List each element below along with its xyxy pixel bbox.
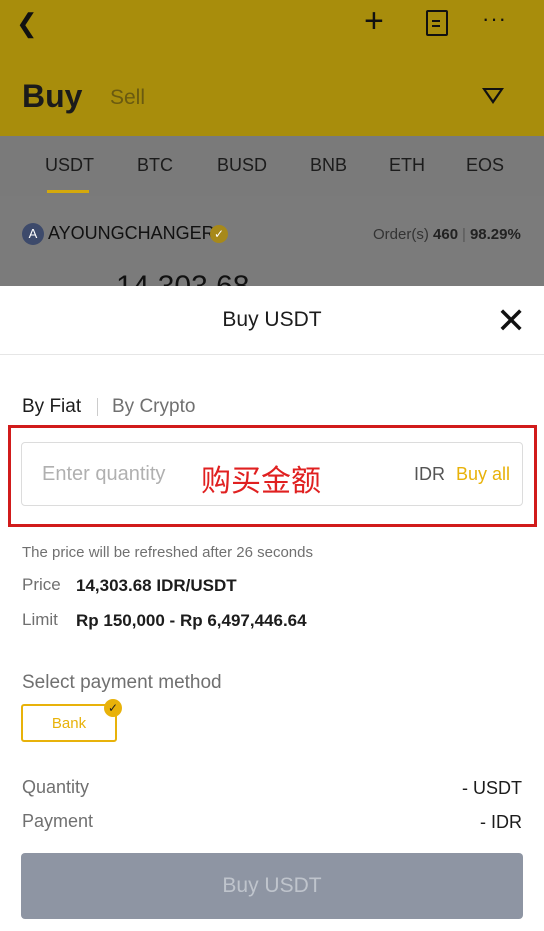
header-bar: ❮ + ··· Buy Sell	[0, 0, 544, 136]
selected-check-icon: ✓	[104, 699, 122, 717]
quantity-value: - USDT	[462, 778, 522, 798]
buy-tab[interactable]: Buy	[22, 78, 82, 115]
mode-crypto-tab[interactable]: By Crypto	[112, 396, 195, 418]
currency-label: IDR	[414, 464, 445, 484]
tab-busd[interactable]: BUSD	[217, 155, 267, 176]
price-refresh-notice: The price will be refreshed after 26 sec…	[22, 544, 313, 561]
tab-usdt[interactable]: USDT	[45, 155, 94, 176]
limit-value: Rp 150,000 - Rp 6,497,446.64	[76, 611, 307, 630]
mode-separator	[97, 398, 98, 416]
sheet-divider	[0, 354, 544, 355]
price-label: Price	[22, 575, 61, 594]
document-icon[interactable]	[426, 10, 448, 36]
back-arrow-icon[interactable]: ❮	[16, 8, 38, 39]
tab-btc[interactable]: BTC	[137, 155, 173, 176]
payment-value: - IDR	[480, 812, 522, 832]
filter-icon[interactable]	[482, 88, 504, 104]
active-tab-indicator	[47, 190, 89, 193]
annotation-text: 购买金额	[201, 465, 321, 498]
sell-tab[interactable]: Sell	[110, 86, 145, 110]
payment-label: Payment	[22, 811, 94, 831]
quantity-label: Quantity	[22, 777, 90, 797]
advertiser-avatar: A	[22, 223, 44, 245]
orders-label: Order(s)	[373, 226, 429, 243]
verified-icon: ✓	[210, 225, 228, 243]
payment-option-bank[interactable]: Bank	[21, 704, 117, 742]
payment-method-heading: Select payment method	[22, 672, 222, 693]
buy-sheet: Buy USDT ✕ By Fiat By Crypto Enter quant…	[0, 286, 544, 931]
completion-rate: 98.29%	[469, 226, 521, 243]
advertiser-name[interactable]: AYOUNGCHANGER	[48, 223, 215, 244]
plus-icon[interactable]: +	[364, 2, 384, 41]
close-icon[interactable]: ✕	[496, 300, 526, 342]
bank-label: Bank	[51, 715, 87, 732]
mode-fiat-tab[interactable]: By Fiat	[22, 396, 81, 418]
price-value: 14,303.68 IDR/USDT	[76, 576, 237, 595]
tab-eth[interactable]: ETH	[389, 155, 425, 176]
tab-bnb[interactable]: BNB	[310, 155, 347, 176]
quantity-placeholder: Enter quantity	[42, 463, 166, 485]
tab-eos[interactable]: EOS	[466, 155, 504, 176]
buy-usdt-button-label: Buy USDT	[222, 874, 322, 897]
buy-all-button[interactable]: Buy all	[456, 464, 510, 485]
advertiser-stats: Order(s) 460 | 98.29%	[373, 226, 521, 243]
more-icon[interactable]: ···	[482, 6, 507, 32]
orders-count: 460	[433, 226, 459, 243]
limit-label: Limit	[22, 610, 58, 629]
sheet-title: Buy USDT	[222, 308, 322, 331]
buy-usdt-button[interactable]: Buy USDT	[21, 853, 523, 919]
